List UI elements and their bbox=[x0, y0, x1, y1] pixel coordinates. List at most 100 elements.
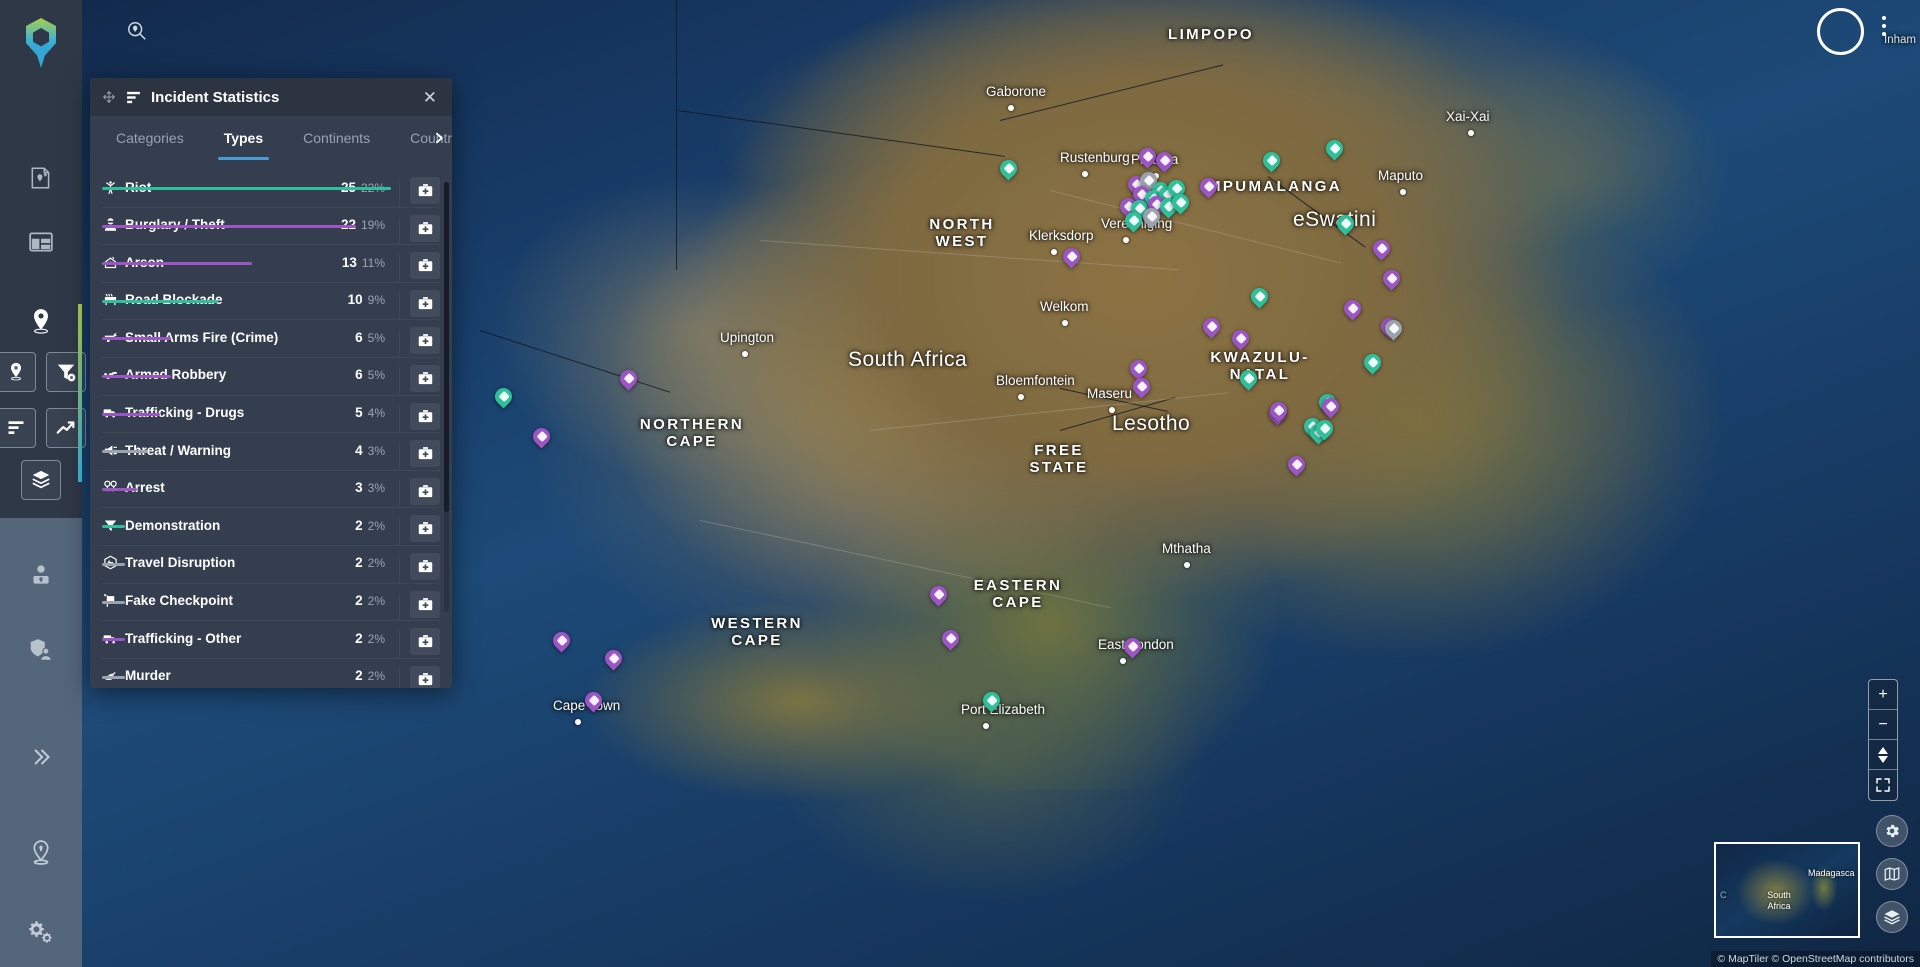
map-incident-pin[interactable] bbox=[1121, 208, 1146, 235]
add-incident-button[interactable] bbox=[410, 327, 440, 355]
tab-categories[interactable]: Categories bbox=[96, 116, 204, 160]
panel-scrollbar-thumb[interactable] bbox=[444, 182, 449, 512]
map-incident-pin[interactable] bbox=[1129, 374, 1154, 401]
map-incident-pin[interactable] bbox=[581, 688, 606, 715]
map-incident-pin[interactable] bbox=[1360, 350, 1385, 377]
add-incident-button[interactable] bbox=[410, 214, 440, 242]
incident-type-row[interactable]: Riot2522% bbox=[102, 170, 440, 208]
map-incident-pin[interactable] bbox=[1322, 136, 1347, 163]
map-city-dot bbox=[742, 351, 748, 357]
layout-panels-icon[interactable] bbox=[21, 222, 61, 262]
map-incident-pin[interactable] bbox=[1381, 316, 1406, 343]
map-incident-pin[interactable] bbox=[1369, 236, 1394, 263]
map-incident-pin[interactable] bbox=[1379, 266, 1404, 293]
add-incident-button[interactable] bbox=[410, 590, 440, 618]
incident-type-row[interactable]: Armed Robbery 6 5% bbox=[102, 358, 440, 396]
more-vertical-icon[interactable] bbox=[1882, 16, 1886, 36]
map-incident-pin[interactable] bbox=[491, 384, 516, 411]
incident-type-list[interactable]: Riot2522% Burglary / Theft2219% Arson1311%… bbox=[90, 160, 452, 688]
panel-header[interactable]: Incident Statistics ✕ bbox=[90, 78, 452, 116]
map-incident-pin[interactable] bbox=[1247, 284, 1272, 311]
add-incident-button[interactable] bbox=[410, 289, 440, 317]
fullscreen-button[interactable] bbox=[1869, 770, 1897, 800]
incident-type-row[interactable]: Fake Checkpoint 2 2% bbox=[102, 584, 440, 622]
map-incident-pin[interactable] bbox=[1266, 398, 1291, 425]
incident-type-row[interactable]: Burglary / Theft2219% bbox=[102, 208, 440, 246]
map-incident-pin[interactable] bbox=[1152, 148, 1177, 175]
tab-types[interactable]: Types bbox=[204, 116, 283, 160]
map-incident-pin[interactable] bbox=[1228, 326, 1253, 353]
panel-tabs[interactable]: Categories Types Continents Countries bbox=[90, 116, 452, 160]
folded-map-icon[interactable] bbox=[1876, 858, 1908, 890]
shield-person-icon[interactable] bbox=[21, 630, 61, 670]
add-incident-button[interactable] bbox=[410, 402, 440, 430]
map-incident-pin[interactable] bbox=[1284, 452, 1309, 479]
location-search-icon[interactable] bbox=[120, 14, 154, 48]
map-incident-pin[interactable] bbox=[1059, 244, 1084, 271]
location-key-icon[interactable] bbox=[21, 833, 61, 873]
zoom-in-button[interactable]: + bbox=[1869, 680, 1897, 710]
tilt-compass-button[interactable] bbox=[1869, 740, 1897, 770]
map-incident-pin[interactable] bbox=[1168, 190, 1193, 217]
incident-type-row[interactable]: Trafficking - Other 2 2% bbox=[102, 621, 440, 659]
map-circle-controls[interactable] bbox=[1876, 815, 1908, 933]
incident-type-row[interactable]: Small Arms Fire (Crime) 6 5% bbox=[102, 320, 440, 358]
incident-type-row[interactable]: Threat / Warning 4 3% bbox=[102, 433, 440, 471]
map-incident-pin[interactable] bbox=[549, 628, 574, 655]
incident-statistics-panel[interactable]: Incident Statistics ✕ Categories Types C… bbox=[90, 78, 452, 688]
viewport-circle[interactable] bbox=[1817, 8, 1864, 55]
map-pin-icon[interactable] bbox=[21, 302, 61, 342]
map-incident-pin[interactable] bbox=[1312, 416, 1337, 443]
map-incident-pin[interactable] bbox=[979, 688, 1004, 715]
add-location-icon[interactable] bbox=[21, 158, 61, 198]
map-zoom-controls[interactable]: + − bbox=[1868, 679, 1898, 801]
minimap[interactable]: South Africa Madagasca C bbox=[1714, 842, 1860, 938]
add-incident-button[interactable] bbox=[410, 252, 440, 280]
add-incident-button[interactable] bbox=[410, 665, 440, 688]
map-incident-pin[interactable] bbox=[1139, 204, 1164, 231]
add-incident-button[interactable] bbox=[410, 552, 440, 580]
map-incident-pin[interactable] bbox=[1259, 148, 1284, 175]
add-incident-button[interactable] bbox=[410, 177, 440, 204]
analyst-desk-icon[interactable] bbox=[21, 556, 61, 596]
map-incident-pin[interactable] bbox=[1199, 314, 1224, 341]
gears-icon[interactable] bbox=[21, 911, 61, 951]
gear-icon[interactable] bbox=[1876, 815, 1908, 847]
map-incident-pin[interactable] bbox=[1236, 366, 1261, 393]
incident-type-row[interactable]: Demonstration 2 2% bbox=[102, 508, 440, 546]
incident-type-row[interactable]: Trafficking - Drugs 5 4% bbox=[102, 396, 440, 434]
pin-marker-icon[interactable] bbox=[0, 352, 36, 392]
incident-type-row[interactable]: Travel Disruption 2 2% bbox=[102, 546, 440, 584]
layers-icon[interactable] bbox=[1876, 901, 1908, 933]
map-incident-pin[interactable] bbox=[1196, 174, 1221, 201]
add-incident-button[interactable] bbox=[410, 440, 440, 468]
map-incident-pin[interactable] bbox=[1135, 144, 1160, 171]
move-handle-icon[interactable] bbox=[102, 90, 116, 104]
incident-type-row[interactable]: Murder 2 2% bbox=[102, 659, 440, 688]
map-incident-pin[interactable] bbox=[529, 424, 554, 451]
map-incident-pin[interactable] bbox=[1333, 211, 1358, 238]
map-incident-pin[interactable] bbox=[1318, 394, 1343, 421]
map-incident-pin[interactable] bbox=[616, 366, 641, 393]
incident-type-row[interactable]: Road Blockade109% bbox=[102, 283, 440, 321]
map-incident-pin[interactable] bbox=[926, 582, 951, 609]
incident-type-row[interactable]: Arson1311% bbox=[102, 245, 440, 283]
expand-rail-icon[interactable] bbox=[21, 737, 61, 777]
add-incident-button[interactable] bbox=[410, 364, 440, 392]
add-incident-button[interactable] bbox=[410, 628, 440, 656]
add-incident-button[interactable] bbox=[410, 477, 440, 505]
bar-stats-icon[interactable] bbox=[0, 408, 36, 448]
tab-continents[interactable]: Continents bbox=[283, 116, 390, 160]
map-incident-pin[interactable] bbox=[938, 626, 963, 653]
layers-stack-icon[interactable] bbox=[21, 460, 61, 500]
incident-type-row[interactable]: Arrest 3 3% bbox=[102, 471, 440, 509]
map-incident-pin[interactable] bbox=[1340, 296, 1365, 323]
map-incident-pin[interactable] bbox=[996, 156, 1021, 183]
map-incident-pin[interactable] bbox=[1120, 634, 1145, 661]
close-icon[interactable]: ✕ bbox=[418, 86, 442, 109]
tabs-next-icon[interactable] bbox=[426, 116, 450, 160]
map-incident-pin[interactable] bbox=[601, 646, 626, 673]
zoom-out-button[interactable]: − bbox=[1869, 710, 1897, 740]
add-incident-button[interactable] bbox=[410, 515, 440, 543]
map-pin-hexagon-logo[interactable] bbox=[19, 16, 63, 72]
